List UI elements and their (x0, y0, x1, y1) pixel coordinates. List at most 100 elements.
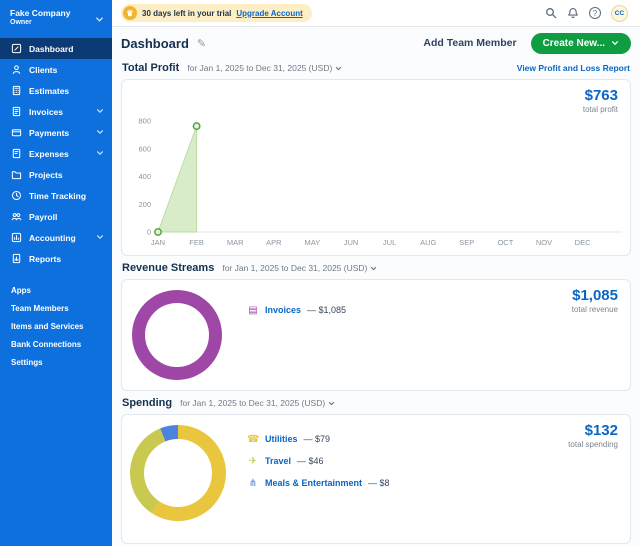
chevron-down-icon (95, 11, 104, 29)
sidebar-secondary-nav: Apps Team Members Items and Services Bank C… (0, 281, 112, 371)
add-team-member-button[interactable]: Add Team Member (423, 37, 516, 49)
sidebar-item-payments[interactable]: Payments (0, 122, 112, 143)
chevron-down-icon (611, 41, 619, 46)
accounting-icon (11, 232, 22, 243)
svg-text:0: 0 (147, 228, 151, 237)
revenue-streams-section: Revenue Streams for Jan 1, 2025 to Dec 3… (121, 262, 631, 391)
page-header: Dashboard ✎ Add Team Member Create New..… (121, 30, 631, 56)
spending-total-amount: $132 (584, 422, 618, 439)
sidebar-item-invoices[interactable]: Invoices (0, 101, 112, 122)
sidebar-item-label: Estimates (29, 85, 70, 96)
sidebar-item-label: Accounting (29, 232, 76, 243)
main-area: ♛ 30 days left in your trial Upgrade Acc… (112, 0, 640, 546)
spending-section: Spending for Jan 1, 2025 to Dec 31, 2025… (121, 397, 631, 544)
crown-icon: ♛ (123, 6, 137, 20)
sidebar: Fake Company Owner Dashboard Clients Estim… (0, 0, 112, 546)
revenue-card: ▤ Invoices — $1,085 $1,085 total revenue (121, 279, 631, 391)
sidebar-item-apps[interactable]: Apps (0, 281, 112, 299)
legend-value: — $8 (368, 478, 390, 488)
sidebar-item-label: Projects (29, 169, 63, 180)
sidebar-item-items-and-services[interactable]: Items and Services (0, 317, 112, 335)
search-icon[interactable] (545, 7, 557, 19)
chevron-down-icon (96, 107, 104, 117)
sidebar-item-reports[interactable]: Reports (0, 248, 112, 269)
sidebar-item-clients[interactable]: Clients (0, 59, 112, 80)
avatar[interactable]: CC (611, 4, 628, 22)
revenue-legend: ▤ Invoices — $1,085 (247, 299, 346, 321)
sidebar-item-label: Reports (29, 253, 62, 264)
sidebar-item-label: Payroll (29, 211, 58, 222)
sidebar-item-label: Time Tracking (29, 190, 87, 201)
svg-text:AUG: AUG (420, 238, 436, 247)
svg-text:JAN: JAN (151, 238, 165, 247)
profit-total: $763 total profit (583, 87, 618, 114)
help-icon[interactable]: ? (589, 7, 601, 19)
legend-value: — $79 (303, 434, 331, 444)
profit-total-label: total profit (582, 105, 618, 114)
sidebar-item-estimates[interactable]: Estimates (0, 80, 112, 101)
sidebar-item-expenses[interactable]: Expenses (0, 143, 112, 164)
revenue-total: $1,085 total revenue (572, 287, 618, 314)
legend-category-link[interactable]: Invoices (265, 305, 301, 315)
legend-category-link[interactable]: Utilities (265, 434, 298, 444)
sidebar-item-dashboard[interactable]: Dashboard (0, 38, 112, 59)
revenue-date-range-selector[interactable]: for Jan 1, 2025 to Dec 31, 2025 (USD) (222, 263, 377, 273)
create-new-button[interactable]: Create New... (530, 32, 631, 54)
revenue-streams-title: Revenue Streams (122, 262, 215, 274)
sidebar-item-label: Dashboard (29, 43, 74, 54)
svg-text:400: 400 (138, 172, 151, 181)
utensils-icon: ⋔ (248, 477, 258, 489)
spending-donut-chart (130, 425, 226, 521)
svg-text:APR: APR (266, 238, 282, 247)
sidebar-item-accounting[interactable]: Accounting (0, 227, 112, 248)
sidebar-item-time-tracking[interactable]: Time Tracking (0, 185, 112, 206)
reports-icon (11, 253, 22, 264)
sidebar-item-team-members[interactable]: Team Members (0, 299, 112, 317)
svg-text:JUN: JUN (344, 238, 359, 247)
trial-banner: ♛ 30 days left in your trial Upgrade Acc… (121, 4, 312, 22)
chevron-down-icon (329, 401, 335, 405)
spending-card: ☎ Utilities — $79 ✈ Travel — $46 ⋔ Meals & Ente… (121, 414, 631, 544)
legend-category-link[interactable]: Meals & Entertainment (265, 478, 362, 488)
spending-date-range-selector[interactable]: for Jan 1, 2025 to Dec 31, 2025 (USD) (180, 398, 335, 408)
company-role: Owner (10, 19, 32, 27)
sidebar-item-settings[interactable]: Settings (0, 353, 112, 371)
svg-text:200: 200 (138, 200, 151, 209)
edit-pencil-icon[interactable]: ✎ (197, 37, 206, 50)
sidebar-item-bank-connections[interactable]: Bank Connections (0, 335, 112, 353)
company-selector[interactable]: Fake Company Owner (0, 0, 112, 34)
legend-item-travel: ✈ Travel — $46 (247, 450, 390, 472)
plane-icon: ✈ (248, 455, 258, 467)
trial-text: 30 days left in your trial (142, 8, 232, 18)
spending-legend: ☎ Utilities — $79 ✈ Travel — $46 ⋔ Meals & Ente… (247, 428, 390, 494)
estimates-icon (11, 85, 22, 96)
svg-text:FEB: FEB (189, 238, 204, 247)
bell-icon[interactable] (567, 7, 579, 19)
sidebar-item-label: Clients (29, 64, 58, 75)
profit-total-amount: $763 (584, 87, 618, 104)
spending-total-label: total spending (568, 440, 618, 449)
sidebar-item-payroll[interactable]: Payroll (0, 206, 112, 227)
svg-text:NOV: NOV (536, 238, 552, 247)
legend-item-utilities: ☎ Utilities — $79 (247, 428, 390, 450)
projects-icon (11, 169, 22, 180)
upgrade-account-link[interactable]: Upgrade Account (236, 9, 302, 18)
time-tracking-icon (11, 190, 22, 201)
top-bar: ♛ 30 days left in your trial Upgrade Acc… (112, 0, 640, 27)
svg-text:DEC: DEC (575, 238, 591, 247)
profit-date-range-selector[interactable]: for Jan 1, 2025 to Dec 31, 2025 (USD) (187, 63, 342, 73)
spending-title: Spending (122, 397, 173, 409)
legend-value: — $46 (297, 456, 324, 466)
svg-text:SEP: SEP (459, 238, 474, 247)
legend-item-invoices: ▤ Invoices — $1,085 (247, 299, 346, 321)
phone-icon: ☎ (247, 433, 260, 445)
legend-category-link[interactable]: Travel (265, 456, 291, 466)
view-profit-loss-report-link[interactable]: View Profit and Loss Report (517, 63, 630, 73)
legend-item-meals-entertainment: ⋔ Meals & Entertainment — $8 (247, 472, 390, 494)
sidebar-item-projects[interactable]: Projects (0, 164, 112, 185)
svg-text:800: 800 (138, 117, 151, 126)
total-profit-section: Total Profit for Jan 1, 2025 to Dec 31, … (121, 62, 631, 256)
revenue-donut-chart (132, 290, 222, 380)
company-name: Fake Company (10, 8, 71, 18)
chevron-down-icon (96, 233, 104, 243)
